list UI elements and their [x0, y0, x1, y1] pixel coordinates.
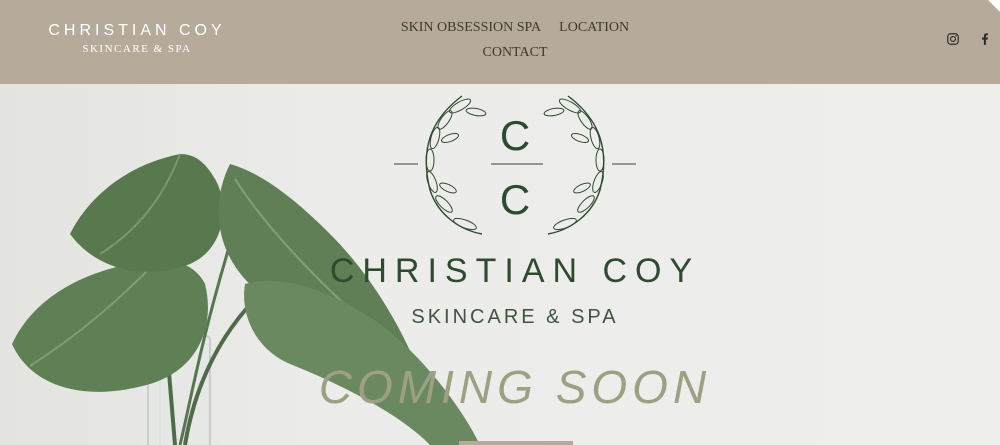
- site-header: CHRISTIAN COY SKINCARE & SPA SKIN OBSESS…: [0, 0, 1000, 84]
- nav-item-location[interactable]: LOCATION: [559, 17, 629, 39]
- brand-subtitle: SKINCARE & SPA: [82, 43, 192, 55]
- social-links: [946, 32, 992, 46]
- facebook-link[interactable]: [978, 32, 992, 46]
- brand-title: CHRISTIAN COY: [48, 22, 226, 39]
- monogram-letter-top: C: [500, 112, 530, 159]
- main-nav: SKIN OBSESSION SPA LOCATION CONTACT: [380, 17, 650, 64]
- hero-subtitle: SKINCARE & SPA: [411, 306, 619, 328]
- monogram-logo: C C: [394, 95, 636, 235]
- hero-title: CHRISTIAN COY: [329, 252, 701, 290]
- nav-item-contact[interactable]: CONTACT: [483, 42, 548, 64]
- hero-section: C C CHRISTIAN COY SKINCARE & SPA COMING …: [0, 84, 1000, 445]
- coming-soon-heading: COMING SOON: [318, 361, 712, 413]
- hero-cta-button[interactable]: [459, 441, 573, 445]
- corner-decoration: [988, 0, 1000, 12]
- instagram-icon: [947, 33, 959, 45]
- site-logo-link[interactable]: CHRISTIAN COY SKINCARE & SPA: [44, 22, 230, 55]
- instagram-link[interactable]: [946, 32, 960, 46]
- monogram-letter-bottom: C: [500, 176, 530, 223]
- facebook-icon: [982, 33, 988, 45]
- nav-item-skin-obsession-spa[interactable]: SKIN OBSESSION SPA: [401, 17, 541, 39]
